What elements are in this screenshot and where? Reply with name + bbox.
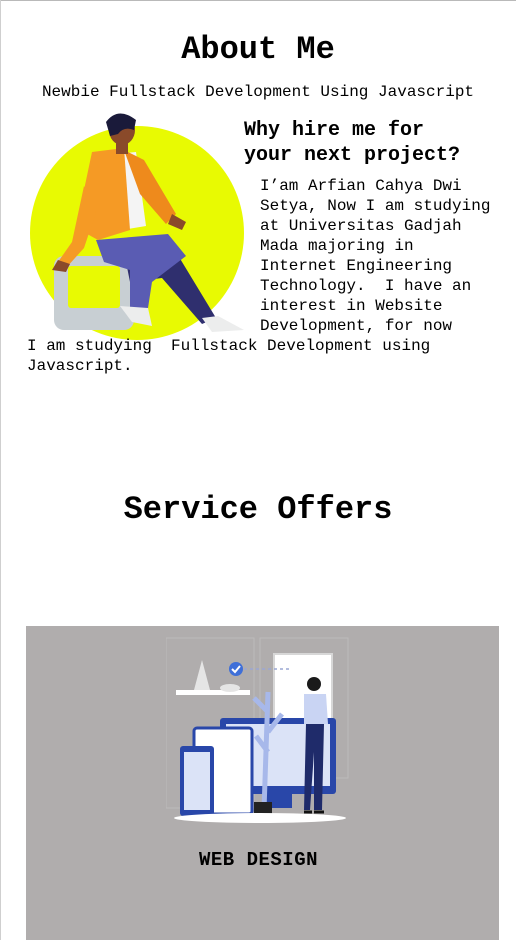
bio-line: at Universitas Gadjah	[260, 217, 462, 235]
services-title: Service Offers	[123, 491, 393, 528]
bio-line: interest in Website	[260, 297, 443, 315]
about-subtitle: Newbie Fullstack Development Using Javas…	[41, 83, 475, 101]
page-left-border	[0, 0, 1, 940]
about-title: About Me	[181, 31, 335, 68]
bio-line: I am studying Fullstack Development usin…	[27, 337, 431, 355]
hire-me-heading: Why hire me for your next project?	[244, 118, 516, 168]
bio-line: Development, for now	[260, 317, 453, 335]
page-top-border	[0, 0, 516, 1]
web-design-illustration	[165, 632, 366, 832]
service-card-web-design[interactable]: WEB DESIGN	[26, 626, 499, 940]
bio-line: Technology. I have an	[260, 277, 472, 295]
bio-line: Javascript.	[27, 357, 133, 375]
bio-line: Mada majoring in	[260, 237, 414, 255]
bio-line: Setya, Now I am studying	[260, 197, 491, 215]
hire-heading-line-1: Why hire me for	[244, 119, 425, 142]
about-bio: I’am Arfian Cahya Dwi Setya, Now I am st…	[27, 176, 516, 376]
bio-line: Internet Engineering	[260, 257, 453, 275]
service-card-title: WEB DESIGN	[198, 849, 319, 871]
hire-heading-line-2: your next project?	[244, 144, 461, 167]
bio-line: I’am Arfian Cahya Dwi	[260, 177, 462, 195]
